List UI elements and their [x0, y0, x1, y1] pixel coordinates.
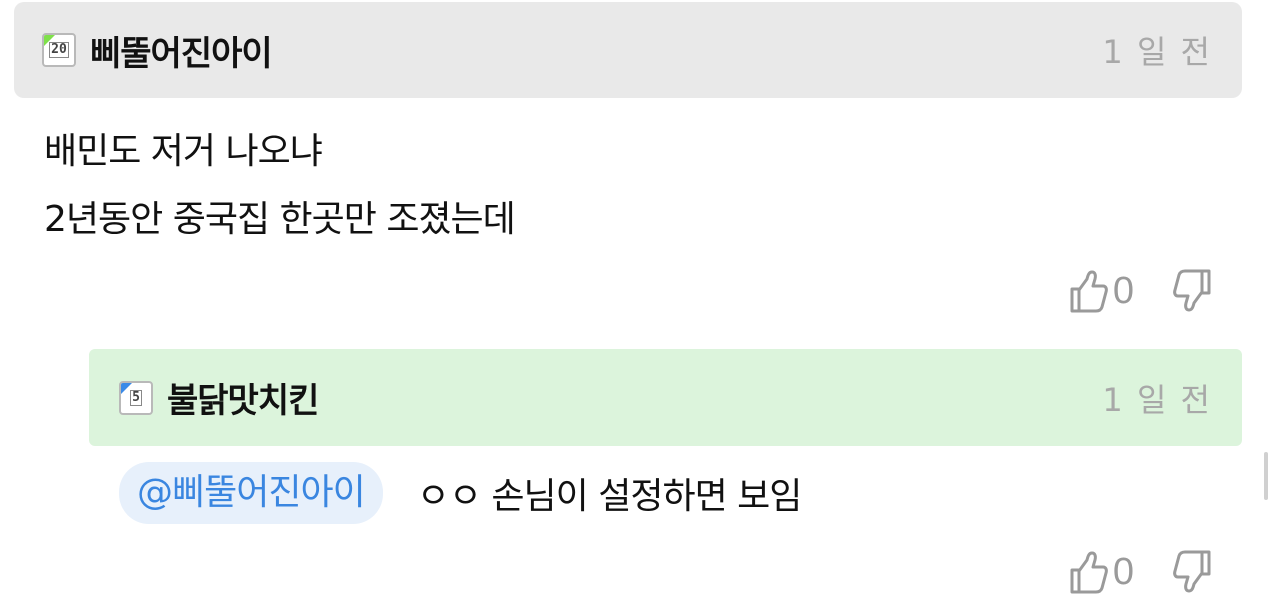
comment-header: 20 삐뚤어진아이 1 일 전: [14, 2, 1242, 98]
reply-timestamp: 1 일 전: [1102, 380, 1212, 419]
level-number: 5: [130, 389, 142, 406]
reply-header: 5 불닭맛치킨 1 일 전: [89, 349, 1242, 446]
dislike-button[interactable]: [1172, 269, 1212, 313]
mention-chip[interactable]: @삐뚤어진아이: [119, 462, 383, 524]
like-button[interactable]: 0: [1069, 269, 1134, 313]
level-badge-icon: 20: [42, 33, 76, 67]
level-number: 20: [49, 42, 69, 58]
like-button[interactable]: 0: [1069, 550, 1134, 594]
reply-author[interactable]: 불닭맛치킨: [167, 373, 319, 422]
comment-timestamp: 1 일 전: [1102, 33, 1212, 71]
comment-thread: 20 삐뚤어진아이 1 일 전 배민도 저거 나오냐 2년동안 중국집 한곳만 …: [0, 0, 1268, 603]
comment-vote-row: 0: [1069, 266, 1212, 316]
comment-author[interactable]: 삐뚤어진아이: [90, 26, 273, 75]
comment-body: 배민도 저거 나오냐 2년동안 중국집 한곳만 조졌는데: [44, 118, 516, 254]
like-count: 0: [1112, 550, 1134, 593]
thumbs-down-icon: [1173, 269, 1211, 312]
thumbs-down-icon: [1173, 550, 1211, 593]
thumbs-up-icon: [1070, 551, 1108, 594]
reply-text: ㅇㅇ 손님이 설정하면 보임: [416, 476, 803, 517]
thumbs-up-icon: [1070, 270, 1108, 313]
comment-line: 배민도 저거 나오냐: [44, 131, 323, 172]
reply-vote-row: 0: [1069, 547, 1212, 597]
comment-line: 2년동안 중국집 한곳만 조졌는데: [44, 199, 516, 240]
reply-body: @삐뚤어진아이 ㅇㅇ 손님이 설정하면 보임: [119, 462, 803, 524]
like-count: 0: [1112, 269, 1134, 312]
scrollbar[interactable]: [1264, 452, 1268, 500]
level-badge-icon: 5: [119, 380, 153, 415]
dislike-button[interactable]: [1172, 550, 1212, 594]
